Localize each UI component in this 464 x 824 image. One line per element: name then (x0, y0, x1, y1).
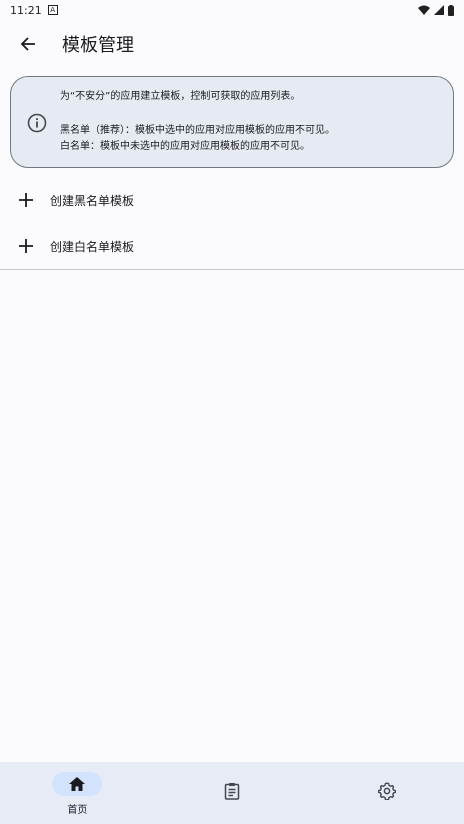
home-icon (69, 777, 86, 791)
nav-home-label: 首页 (67, 805, 88, 816)
info-text: 为“不安分”的应用建立模板，控制可获取的应用列表。 黑名单（推荐）：模板中选中的… (60, 89, 335, 155)
app-bar: 模板管理 (0, 20, 464, 68)
wifi-icon (418, 5, 430, 15)
bottom-nav: 首页 (0, 762, 464, 824)
gear-icon (377, 782, 396, 800)
status-bar: 11:21 A (0, 0, 464, 20)
arrow-left-icon (20, 37, 35, 51)
back-button[interactable] (16, 32, 40, 56)
info-line-1: 为“不安分”的应用建立模板，控制可获取的应用列表。 (60, 91, 301, 102)
create-whitelist-button[interactable]: 创建白名单模板 (0, 223, 464, 269)
info-line-2: 黑名单（推荐）：模板中选中的应用对应用模板的应用不可见。 (60, 125, 335, 136)
plus-icon (19, 193, 33, 207)
create-blacklist-label: 创建黑名单模板 (50, 193, 135, 208)
status-indicator: A (47, 5, 58, 15)
nav-home-indicator (52, 772, 103, 796)
info-icon (27, 113, 47, 133)
nav-settings[interactable] (309, 762, 464, 824)
divider (0, 269, 464, 270)
nav-templates[interactable] (155, 762, 310, 824)
info-line-3: 白名单：模板中未选中的应用对应用模板的应用不可见。 (60, 141, 310, 152)
create-blacklist-button[interactable]: 创建黑名单模板 (0, 177, 464, 223)
nav-home[interactable]: 首页 (0, 762, 155, 824)
battery-icon (448, 4, 454, 16)
signal-icon (434, 5, 444, 15)
clipboard-icon (224, 783, 240, 800)
plus-icon (19, 239, 33, 253)
create-whitelist-label: 创建白名单模板 (50, 239, 135, 254)
status-time: 11:21 (10, 3, 42, 17)
info-card: 为“不安分”的应用建立模板，控制可获取的应用列表。 黑名单（推荐）：模板中选中的… (10, 76, 454, 168)
page-title: 模板管理 (62, 35, 134, 56)
